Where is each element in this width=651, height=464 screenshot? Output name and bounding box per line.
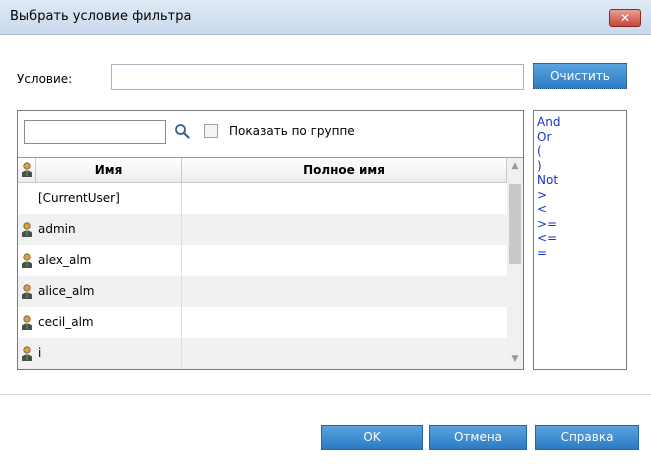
operator-item[interactable]: >= — [537, 217, 623, 232]
operator-item[interactable]: <= — [537, 231, 623, 246]
operator-item[interactable]: ( — [537, 144, 623, 159]
operator-item[interactable]: > — [537, 188, 623, 203]
user-name-cell: alice_alm — [36, 276, 182, 307]
user-name-cell: i — [36, 338, 182, 369]
user-icon — [22, 222, 32, 237]
operator-item[interactable]: Or — [537, 130, 623, 145]
vertical-scrollbar[interactable]: ▲ ▼ — [507, 158, 523, 369]
close-icon: ✕ — [619, 11, 631, 25]
full-name-cell — [182, 183, 507, 214]
user-name-cell: alex_alm — [36, 245, 182, 276]
full-name-cell — [182, 338, 507, 369]
show-by-group-label: Показать по группе — [229, 124, 355, 138]
ok-button[interactable]: OK — [321, 425, 423, 450]
table-row[interactable]: i — [18, 338, 507, 369]
footer-divider — [0, 394, 651, 395]
full-name-cell — [182, 307, 507, 338]
operator-item[interactable]: < — [537, 202, 623, 217]
full-name-cell — [182, 245, 507, 276]
user-name-cell: admin — [36, 214, 182, 245]
table-row[interactable]: [CurrentUser] — [18, 183, 507, 214]
user-name-cell: [CurrentUser] — [36, 183, 182, 214]
full-name-cell — [182, 276, 507, 307]
operator-item[interactable]: Not — [537, 173, 623, 188]
name-column-header[interactable]: Имя — [36, 158, 182, 182]
users-table: Имя Полное имя [CurrentUser] admin alex_… — [18, 157, 523, 369]
user-icon — [22, 315, 32, 330]
user-type-column-header[interactable] — [18, 158, 36, 182]
table-row[interactable]: alice_alm — [18, 276, 507, 307]
table-row[interactable]: cecil_alm — [18, 307, 507, 338]
show-by-group-checkbox[interactable] — [204, 124, 218, 138]
clear-button[interactable]: Очистить — [533, 63, 627, 89]
condition-label: Условие: — [17, 72, 73, 86]
user-search-input[interactable] — [24, 120, 166, 144]
operators-list: And Or ( ) Not > < >= <= = — [533, 110, 627, 370]
scroll-up-icon[interactable]: ▲ — [507, 158, 523, 174]
user-selector-panel: Показать по группе Имя Полное имя [Curre… — [17, 110, 524, 370]
condition-input[interactable] — [111, 64, 524, 90]
user-icon — [22, 284, 32, 299]
full-name-cell — [182, 214, 507, 245]
table-header: Имя Полное имя — [18, 158, 507, 183]
cancel-button[interactable]: Отмена — [429, 425, 527, 450]
full-name-column-header[interactable]: Полное имя — [182, 158, 507, 182]
table-row[interactable]: alex_alm — [18, 245, 507, 276]
scroll-down-icon[interactable]: ▼ — [507, 351, 523, 367]
scroll-thumb[interactable] — [509, 184, 521, 264]
table-row[interactable]: admin — [18, 214, 507, 245]
close-button[interactable]: ✕ — [609, 9, 641, 27]
help-button[interactable]: Справка — [535, 425, 639, 450]
search-icon[interactable] — [174, 123, 190, 139]
user-name-cell: cecil_alm — [36, 307, 182, 338]
operator-item[interactable]: And — [537, 115, 623, 130]
title-bar: Выбрать условие фильтра ✕ — [0, 0, 651, 35]
user-icon — [22, 253, 32, 268]
operator-item[interactable]: = — [537, 246, 623, 261]
user-icon — [22, 346, 32, 361]
operator-item[interactable]: ) — [537, 159, 623, 174]
user-icon — [21, 162, 32, 177]
window-title: Выбрать условие фильтра — [10, 9, 192, 24]
